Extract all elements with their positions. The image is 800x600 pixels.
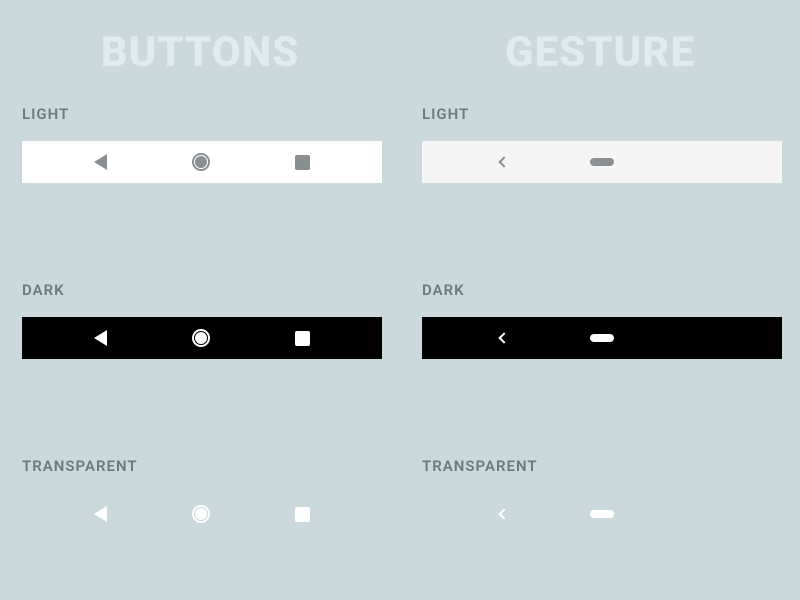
home-circle-icon[interactable] <box>192 505 210 523</box>
buttons-transparent-block: TRANSPARENT <box>22 439 378 535</box>
navbar-gesture-light <box>422 141 782 183</box>
buttons-dark-block: DARK <box>22 263 378 359</box>
home-circle-icon[interactable] <box>192 329 210 347</box>
home-pill-icon[interactable] <box>590 334 614 342</box>
buttons-column: BUTTONS LIGHT DARK TRANSPARENT <box>0 0 400 600</box>
transparent-label: TRANSPARENT <box>422 457 778 475</box>
home-pill-icon[interactable] <box>590 158 614 166</box>
gesture-dark-block: DARK <box>422 263 778 359</box>
home-pill-icon[interactable] <box>590 510 614 518</box>
navbar-gesture-dark <box>422 317 782 359</box>
buttons-title: BUTTONS <box>22 28 378 77</box>
buttons-light-block: LIGHT <box>22 87 378 183</box>
navbar-gesture-transparent <box>422 493 782 535</box>
transparent-label: TRANSPARENT <box>22 457 378 475</box>
overview-square-icon[interactable] <box>295 155 310 170</box>
dark-label: DARK <box>422 281 778 299</box>
gesture-column: GESTURE LIGHT DARK TRANSPARENT <box>400 0 800 600</box>
navbar-buttons-dark <box>22 317 382 359</box>
gesture-title: GESTURE <box>422 28 778 77</box>
dark-label: DARK <box>22 281 378 299</box>
back-triangle-icon[interactable] <box>94 330 107 346</box>
overview-square-icon[interactable] <box>295 507 310 522</box>
light-label: LIGHT <box>22 105 378 123</box>
light-label: LIGHT <box>422 105 778 123</box>
gesture-light-block: LIGHT <box>422 87 778 183</box>
home-circle-icon[interactable] <box>192 153 210 171</box>
gesture-transparent-block: TRANSPARENT <box>422 439 778 535</box>
back-triangle-icon[interactable] <box>94 506 107 522</box>
navbar-buttons-transparent <box>22 493 382 535</box>
back-triangle-icon[interactable] <box>94 154 107 170</box>
navbar-buttons-light <box>22 141 382 183</box>
overview-square-icon[interactable] <box>295 331 310 346</box>
